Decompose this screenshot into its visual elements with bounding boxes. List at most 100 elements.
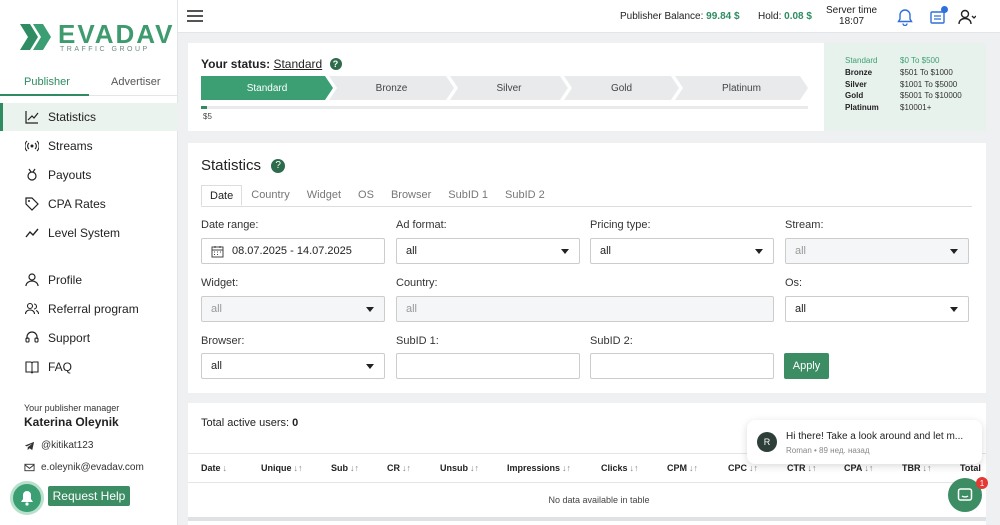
subid2-input[interactable]: [590, 353, 774, 379]
column-header-sub[interactable]: Sub ↓↑: [331, 463, 359, 473]
tab-advertiser[interactable]: Advertiser: [111, 76, 161, 88]
ad-format-select[interactable]: all: [396, 238, 580, 264]
chat-icon: [957, 488, 973, 501]
tab-subid1[interactable]: SubID 1: [440, 185, 496, 206]
os-select[interactable]: all: [785, 296, 969, 322]
column-header-cpa[interactable]: CPA ↓↑: [844, 463, 873, 473]
medal-icon: [24, 167, 40, 183]
column-header-tbr[interactable]: TBR ↓↑: [902, 463, 932, 473]
chevron-down-icon: [561, 249, 569, 254]
sidebar-item-level-system[interactable]: Level System: [0, 219, 178, 247]
active-users-label: Total active users:: [201, 417, 290, 429]
browser-select[interactable]: all: [201, 353, 385, 379]
sidebar-item-faq[interactable]: FAQ: [0, 353, 178, 381]
manager-telegram-handle: @kitikat123: [41, 440, 94, 451]
country-value: all: [406, 303, 418, 315]
book-icon: [24, 359, 40, 375]
level-progress-fill: [201, 106, 208, 109]
telegram-icon: [24, 441, 35, 451]
chat-preview-popup[interactable]: R Hi there! Take a look around and let m…: [747, 420, 982, 464]
chevron-down-icon: [950, 249, 958, 254]
apply-button[interactable]: Apply: [784, 353, 829, 379]
tab-country[interactable]: Country: [243, 185, 298, 206]
stream-label: Stream:: [785, 219, 824, 231]
tier-row: Standard $0 To $500: [845, 55, 986, 67]
tier-row: Bronze $501 To $1000: [845, 67, 986, 79]
level-platinum: Platinum: [675, 76, 808, 100]
publisher-balance: Publisher Balance: 99.84 $: [620, 11, 740, 22]
manager-telegram[interactable]: @kitikat123: [24, 440, 93, 451]
country-input[interactable]: all: [396, 296, 774, 322]
pricing-type-select[interactable]: all: [590, 238, 774, 264]
column-label: CPA: [844, 463, 863, 473]
help-bubble[interactable]: [10, 481, 44, 515]
tab-date[interactable]: Date: [201, 185, 243, 206]
notifications-icon[interactable]: [896, 8, 914, 27]
sidebar-item-support[interactable]: Support: [0, 324, 178, 352]
page-title: Statistics ?: [201, 157, 286, 174]
os-label: Os:: [785, 277, 803, 289]
tier-range: $10001+: [900, 103, 932, 113]
sidebar-item-payouts[interactable]: Payouts: [0, 161, 178, 189]
broadcast-icon: [24, 138, 40, 154]
tab-publisher[interactable]: Publisher: [24, 76, 70, 88]
date-range-input[interactable]: 08.07.2025 - 14.07.2025: [201, 238, 385, 264]
pricing-type-value: all: [600, 245, 612, 257]
column-header-clicks[interactable]: Clicks ↓↑: [601, 463, 639, 473]
horizontal-scrollbar[interactable]: [188, 517, 986, 521]
hold-value: 0.08 $: [784, 11, 812, 22]
sort-icon: ↓↑: [402, 463, 411, 473]
sidebar-item-label: CPA Rates: [48, 197, 106, 211]
column-header-unsub[interactable]: Unsub ↓↑: [440, 463, 479, 473]
column-header-cr[interactable]: CR ↓↑: [387, 463, 411, 473]
role-tabs: Publisher Advertiser: [0, 72, 178, 96]
request-help-button[interactable]: Request Help: [48, 486, 130, 506]
column-header-cpc[interactable]: CPC ↓↑: [728, 463, 758, 473]
menu-toggle-icon[interactable]: [187, 10, 203, 22]
hold-label: Hold:: [758, 11, 782, 22]
column-label: Sub: [331, 463, 348, 473]
sidebar-item-profile[interactable]: Profile: [0, 266, 178, 294]
evadav-logo[interactable]: EVADAV TRAFFIC GROUP: [20, 19, 173, 58]
sort-icon: ↓↑: [749, 463, 759, 473]
sidebar-item-streams[interactable]: Streams: [0, 132, 178, 160]
column-header-impressions[interactable]: Impressions ↓↑: [507, 463, 571, 473]
column-header-ctr[interactable]: CTR ↓↑: [787, 463, 817, 473]
sidebar-item-statistics[interactable]: Statistics: [0, 103, 178, 131]
chevron-down-icon: [366, 364, 374, 369]
tier-range: $1001 To $5000: [900, 79, 958, 89]
subid1-input[interactable]: [396, 353, 580, 379]
statistics-title: Statistics: [201, 157, 262, 174]
sort-icon: ↓↑: [629, 463, 639, 473]
status-help-icon[interactable]: ?: [329, 58, 342, 70]
tab-widget[interactable]: Widget: [299, 185, 349, 206]
sidebar-item-cpa-rates[interactable]: CPA Rates: [0, 190, 178, 218]
tier-range: $5001 To $10000: [900, 91, 962, 101]
level-progress-value: $5: [203, 112, 212, 121]
ad-format-label: Ad format:: [396, 219, 447, 231]
column-header-unique[interactable]: Unique ↓↑: [261, 463, 303, 473]
column-header-total[interactable]: Total: [960, 463, 981, 473]
account-menu-icon[interactable]: [958, 8, 977, 26]
logo-chevron-icon: [20, 24, 51, 50]
tab-subid2[interactable]: SubID 2: [497, 185, 553, 206]
manager-email[interactable]: e.oleynik@evadav.com: [24, 462, 144, 473]
column-header-cpm[interactable]: CPM ↓↑: [667, 463, 698, 473]
tab-browser[interactable]: Browser: [383, 185, 439, 206]
stream-select[interactable]: all: [785, 238, 969, 264]
level-gold: Gold: [564, 76, 679, 100]
sidebar-item-label: Referral program: [48, 302, 139, 316]
statistics-help-icon[interactable]: ?: [271, 158, 286, 173]
level-steps: Standard Bronze Silver Gold Platinum: [201, 76, 808, 100]
subid2-label: SubID 2:: [590, 335, 633, 347]
sidebar-item-referral-program[interactable]: Referral program: [0, 295, 178, 323]
widget-select[interactable]: all: [201, 296, 385, 322]
column-header-date[interactable]: Date ↓: [201, 463, 227, 473]
status-current-link[interactable]: Standard: [273, 57, 322, 71]
active-users-value: 0: [292, 417, 299, 429]
sort-icon: ↓↑: [864, 463, 874, 473]
topbar: Publisher Balance: 99.84 $ Hold: 0.08 $ …: [178, 0, 1000, 33]
sidebar-item-label: Profile: [48, 273, 83, 287]
tab-os[interactable]: OS: [350, 185, 382, 206]
widget-label: Widget:: [201, 277, 239, 289]
